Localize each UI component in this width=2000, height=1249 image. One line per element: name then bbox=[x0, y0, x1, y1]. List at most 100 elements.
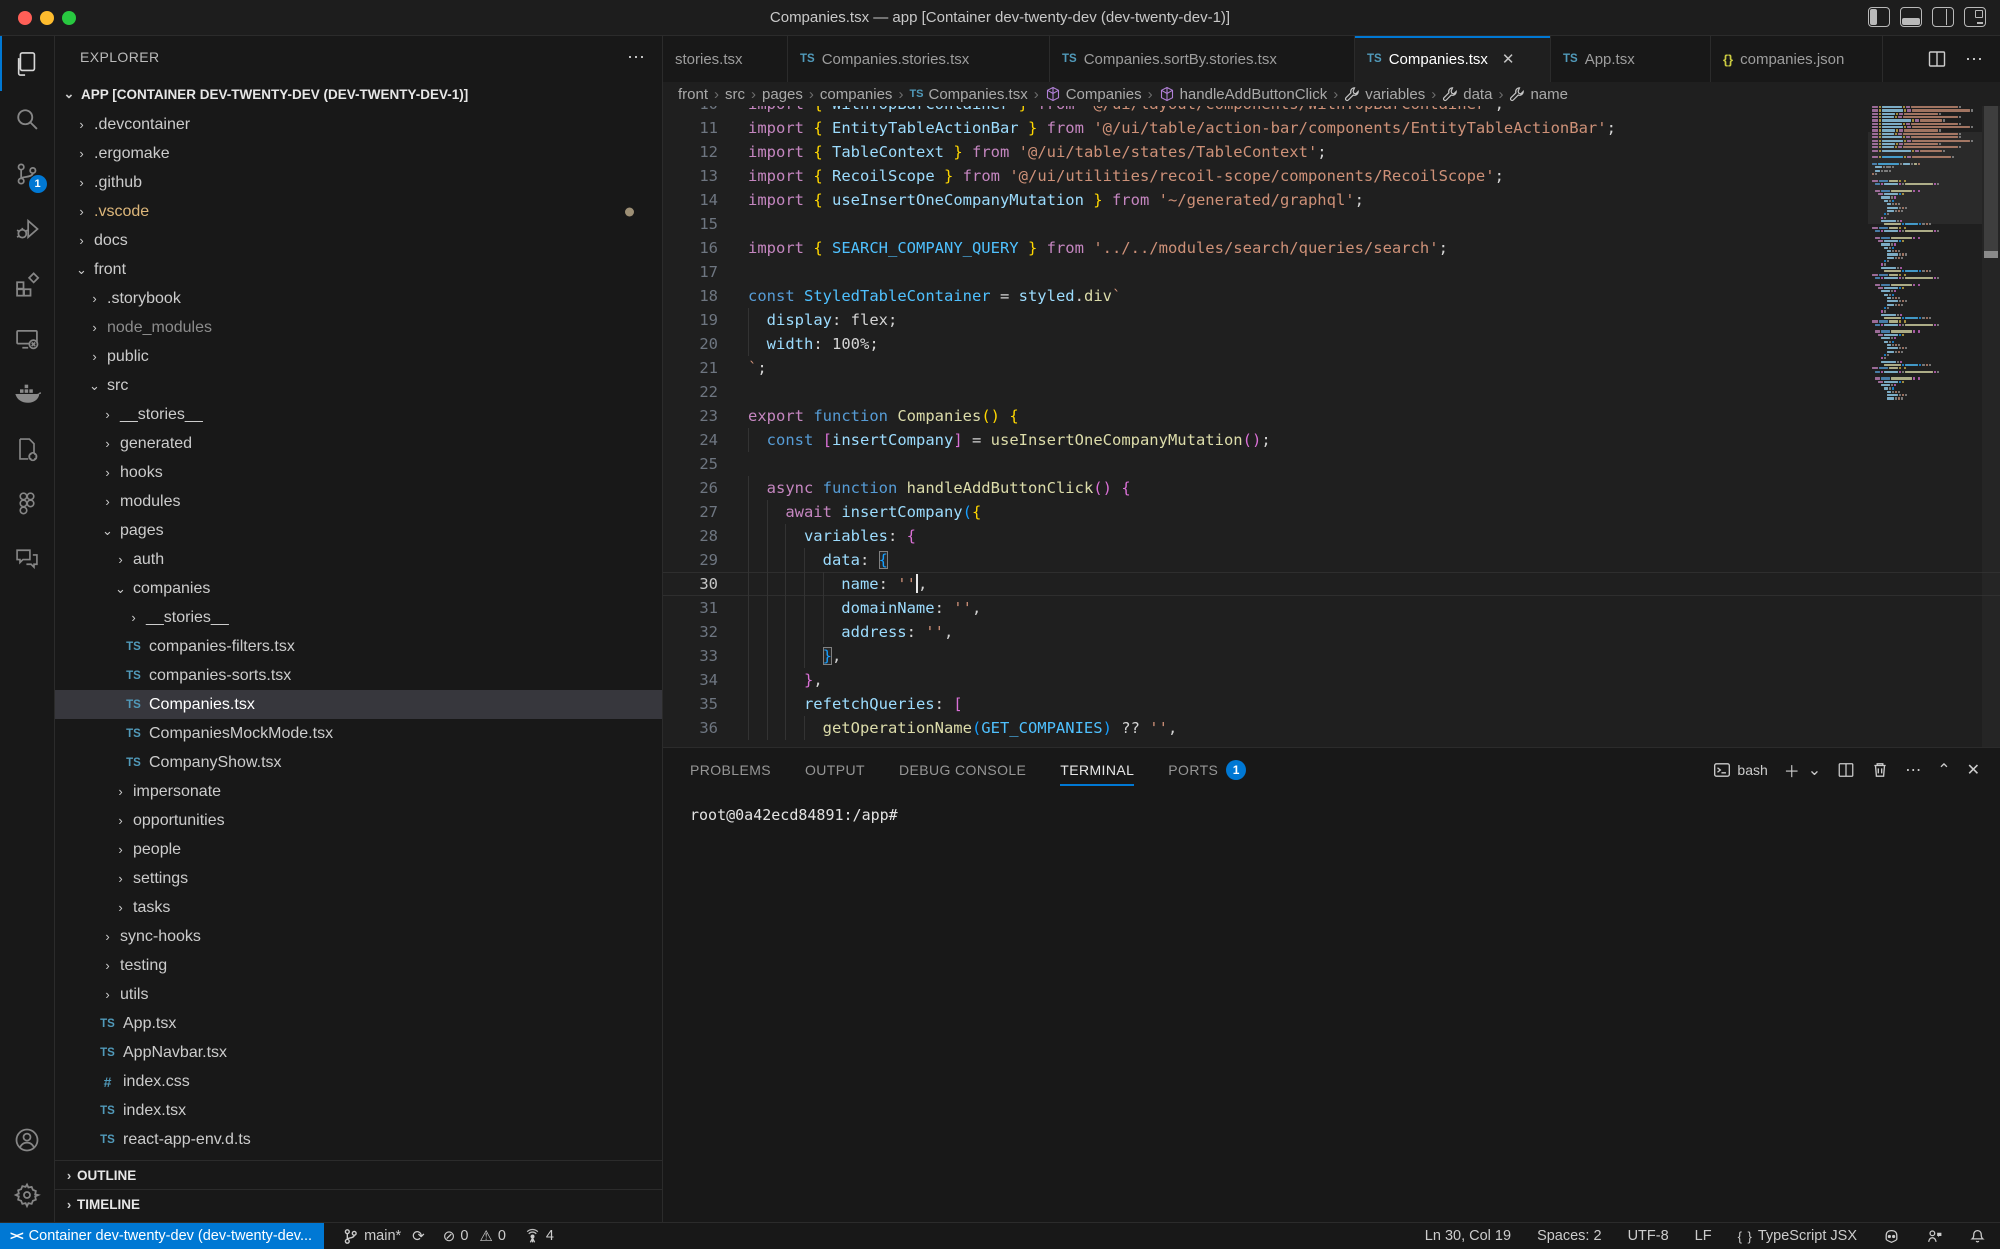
cursor-position[interactable]: Ln 30, Col 19 bbox=[1425, 1228, 1511, 1244]
editor-tab-companies.stories.tsx[interactable]: TSCompanies.stories.tsx bbox=[788, 36, 1050, 82]
timeline-section[interactable]: › TIMELINE bbox=[55, 1189, 662, 1218]
panel-more-actions-icon[interactable]: ⋯ bbox=[1905, 760, 1921, 780]
editor-tab-companies.sortby.stories.tsx[interactable]: TSCompanies.sortBy.stories.tsx bbox=[1050, 36, 1355, 82]
activity-bar-item-extensions[interactable] bbox=[0, 256, 55, 311]
explorer-more-actions-icon[interactable]: ⋯ bbox=[627, 47, 646, 68]
code-line-12[interactable]: 12import { TableContext } from '@/ui/tab… bbox=[663, 140, 2000, 164]
code-line-22[interactable]: 22 bbox=[663, 380, 2000, 404]
problems-status[interactable]: ⊘ 0 ⚠ 0 bbox=[443, 1227, 506, 1245]
code-line-16[interactable]: 16import { SEARCH_COMPANY_QUERY } from '… bbox=[663, 236, 2000, 260]
code-line-24[interactable]: 24const [insertCompany] = useInsertOneCo… bbox=[663, 428, 2000, 452]
code-line-18[interactable]: 18const StyledTableContainer = styled.di… bbox=[663, 284, 2000, 308]
git-branch-status[interactable]: main* ⟳ bbox=[342, 1227, 425, 1245]
panel-tab-terminal[interactable]: TERMINAL bbox=[1060, 748, 1134, 792]
activity-bar-item-run-debug[interactable] bbox=[0, 201, 55, 256]
indentation[interactable]: Spaces: 2 bbox=[1537, 1228, 1602, 1244]
tree-item-index.tsx[interactable]: TSindex.tsx bbox=[55, 1096, 662, 1125]
tree-item-app.tsx[interactable]: TSApp.tsx bbox=[55, 1009, 662, 1038]
tree-item-docs[interactable]: ›docs bbox=[55, 226, 662, 255]
terminal-shell-label[interactable]: bash bbox=[1713, 761, 1767, 779]
code-line-34[interactable]: 34}, bbox=[663, 668, 2000, 692]
toggle-sidebar-icon[interactable] bbox=[1868, 7, 1890, 27]
tree-item-.vscode[interactable]: ›.vscode bbox=[55, 197, 662, 226]
breadcrumb-item-variables[interactable]: variables bbox=[1344, 86, 1425, 103]
panel-tab-problems[interactable]: PROBLEMS bbox=[690, 748, 771, 792]
outline-section[interactable]: › OUTLINE bbox=[55, 1160, 662, 1189]
tree-item-companiesmockmode.tsx[interactable]: TSCompaniesMockMode.tsx bbox=[55, 719, 662, 748]
editor-tab-companies.json[interactable]: {}companies.json bbox=[1711, 36, 1883, 82]
toggle-panel-icon[interactable] bbox=[1900, 7, 1922, 27]
breadcrumb-item-companies[interactable]: Companies bbox=[1045, 86, 1142, 103]
code-line-33[interactable]: 33}, bbox=[663, 644, 2000, 668]
code-line-11[interactable]: 11import { EntityTableActionBar } from '… bbox=[663, 116, 2000, 140]
code-line-13[interactable]: 13import { RecoilScope } from '@/ui/util… bbox=[663, 164, 2000, 188]
tree-item-utils[interactable]: ›utils bbox=[55, 980, 662, 1009]
tree-item-stories[interactable]: ›__stories__ bbox=[55, 603, 662, 632]
tree-item-companies.tsx[interactable]: TSCompanies.tsx bbox=[55, 690, 662, 719]
code-line-14[interactable]: 14import { useInsertOneCompanyMutation }… bbox=[663, 188, 2000, 212]
editor-tab-app.tsx[interactable]: TSApp.tsx bbox=[1551, 36, 1711, 82]
code-line-23[interactable]: 23export function Companies() { bbox=[663, 404, 2000, 428]
workspace-section-header[interactable]: ⌄ APP [CONTAINER DEV-TWENTY-DEV (DEV-TWE… bbox=[55, 78, 662, 110]
minimap[interactable] bbox=[1868, 106, 1982, 747]
breadcrumb-item-companies[interactable]: companies bbox=[820, 86, 893, 103]
breadcrumb-item-handleaddbuttonclick[interactable]: handleAddButtonClick bbox=[1159, 86, 1328, 103]
code-line-32[interactable]: 32address: '', bbox=[663, 620, 2000, 644]
code-line-10[interactable]: 10import { WithTopBarContainer } from '@… bbox=[663, 106, 2000, 116]
tree-item-people[interactable]: ›people bbox=[55, 835, 662, 864]
tree-item-settings[interactable]: ›settings bbox=[55, 864, 662, 893]
ports-status[interactable]: 4 bbox=[524, 1228, 554, 1245]
maximize-panel-icon[interactable]: ⌃ bbox=[1937, 760, 1950, 780]
customize-layout-icon[interactable] bbox=[1964, 7, 1986, 27]
activity-bar-item-figma[interactable] bbox=[0, 476, 55, 531]
panel-tab-debug-console[interactable]: DEBUG CONSOLE bbox=[899, 748, 1026, 792]
breadcrumb-item-name[interactable]: name bbox=[1509, 86, 1568, 103]
panel-tab-ports[interactable]: PORTS1 bbox=[1168, 748, 1246, 792]
code-line-19[interactable]: 19display: flex; bbox=[663, 308, 2000, 332]
code-editor[interactable]: 10import { WithTopBarContainer } from '@… bbox=[663, 106, 2000, 747]
tree-item-companies-filters.tsx[interactable]: TScompanies-filters.tsx bbox=[55, 632, 662, 661]
remote-indicator[interactable]: >< Container dev-twenty-dev (dev-twenty-… bbox=[0, 1223, 324, 1249]
tree-item-nodemodules[interactable]: ›node_modules bbox=[55, 313, 662, 342]
scrollbar-thumb[interactable] bbox=[1984, 106, 1998, 258]
activity-bar-item-accounts[interactable] bbox=[0, 1112, 55, 1167]
tree-item-.github[interactable]: ›.github bbox=[55, 168, 662, 197]
notifications-status[interactable] bbox=[1969, 1228, 1986, 1245]
tree-item-companies-sorts.tsx[interactable]: TScompanies-sorts.tsx bbox=[55, 661, 662, 690]
code-line-36[interactable]: 36getOperationName(GET_COMPANIES) ?? '', bbox=[663, 716, 2000, 740]
activity-bar-item-source-control[interactable]: 1 bbox=[0, 146, 55, 201]
breadcrumb-item-pages[interactable]: pages bbox=[762, 86, 803, 103]
tree-item-companyshow.tsx[interactable]: TSCompanyShow.tsx bbox=[55, 748, 662, 777]
code-line-21[interactable]: 21`; bbox=[663, 356, 2000, 380]
tree-item-pages[interactable]: ⌄pages bbox=[55, 516, 662, 545]
tree-item-sync-hooks[interactable]: ›sync-hooks bbox=[55, 922, 662, 951]
encoding[interactable]: UTF-8 bbox=[1628, 1228, 1669, 1244]
tree-item-hooks[interactable]: ›hooks bbox=[55, 458, 662, 487]
split-terminal-icon[interactable] bbox=[1837, 761, 1855, 779]
eol-sequence[interactable]: LF bbox=[1695, 1228, 1712, 1244]
tree-item-appnavbar.tsx[interactable]: TSAppNavbar.tsx bbox=[55, 1038, 662, 1067]
code-line-25[interactable]: 25 bbox=[663, 452, 2000, 476]
terminal-dropdown-icon[interactable]: ⌄ bbox=[1808, 760, 1821, 780]
tree-item-.ergomake[interactable]: ›.ergomake bbox=[55, 139, 662, 168]
editor-tab-companies.tsx[interactable]: TSCompanies.tsx✕ bbox=[1355, 36, 1551, 82]
tree-item-.devcontainer[interactable]: ›.devcontainer bbox=[55, 110, 662, 139]
new-terminal-icon[interactable]: ＋ bbox=[1784, 758, 1800, 782]
code-line-27[interactable]: 27await insertCompany({ bbox=[663, 500, 2000, 524]
copilot-status[interactable] bbox=[1883, 1228, 1900, 1245]
tree-item-opportunities[interactable]: ›opportunities bbox=[55, 806, 662, 835]
tree-item-public[interactable]: ›public bbox=[55, 342, 662, 371]
breadcrumb-item-src[interactable]: src bbox=[725, 86, 745, 103]
activity-bar-item-comments[interactable] bbox=[0, 531, 55, 586]
split-editor-icon[interactable] bbox=[1927, 49, 1947, 69]
activity-bar-item-search[interactable] bbox=[0, 91, 55, 146]
code-line-20[interactable]: 20width: 100%; bbox=[663, 332, 2000, 356]
activity-bar-item-remote-explorer[interactable] bbox=[0, 311, 55, 366]
tree-item-companies[interactable]: ⌄companies bbox=[55, 574, 662, 603]
close-panel-icon[interactable]: ✕ bbox=[1967, 760, 1980, 780]
tree-item-src[interactable]: ⌄src bbox=[55, 371, 662, 400]
code-line-15[interactable]: 15 bbox=[663, 212, 2000, 236]
feedback-status[interactable] bbox=[1926, 1228, 1943, 1245]
panel-tab-output[interactable]: OUTPUT bbox=[805, 748, 865, 792]
tree-item-index.css[interactable]: #index.css bbox=[55, 1067, 662, 1096]
